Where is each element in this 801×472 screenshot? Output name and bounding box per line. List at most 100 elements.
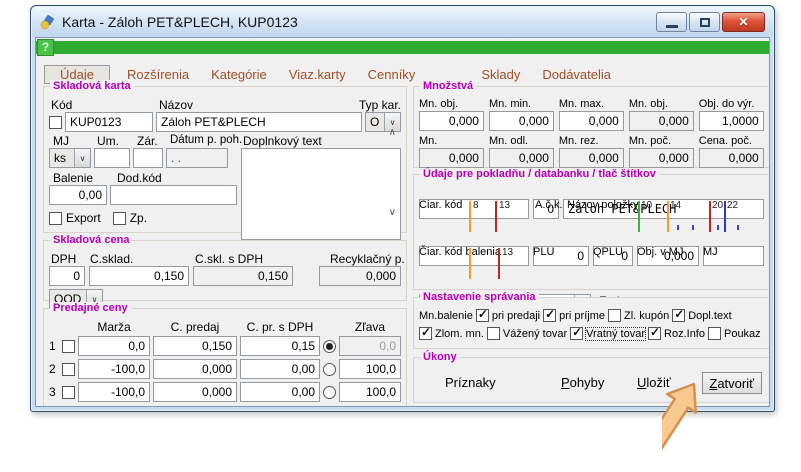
dodkod-input[interactable] <box>110 185 237 205</box>
cprsdph-input[interactable]: 0,15 <box>240 336 320 356</box>
marza-input[interactable]: -100,0 <box>78 382 150 402</box>
window-title: Karta - Záloh PET&PLECH, KUP0123 <box>62 14 298 30</box>
mn-input[interactable]: 0,000 <box>489 148 554 168</box>
roz-info-checkbox[interactable] <box>648 327 661 340</box>
mn-label: Mn. odl. <box>489 135 554 147</box>
zl-kupon-checkbox[interactable] <box>608 309 621 322</box>
csklad-label: C.sklad. <box>90 252 133 266</box>
ruler-tick <box>692 225 694 230</box>
recyklacny-input[interactable]: 0,000 <box>319 266 401 286</box>
ruler-mark: 22 <box>727 200 738 211</box>
mn-input[interactable]: 0,000 <box>559 111 624 131</box>
group-legend: Predajné ceny <box>50 302 131 314</box>
cprsdph-input[interactable]: 0,00 <box>240 382 320 402</box>
marza-input[interactable]: 0,0 <box>78 336 150 356</box>
vazeny-tovar-checkbox[interactable] <box>487 327 500 340</box>
vratny-tovar-label: Vratný tovar <box>586 328 645 340</box>
maximize-button[interactable] <box>689 12 720 32</box>
maximize-icon <box>700 18 710 27</box>
cprsdph-header: C. pr. s DPH <box>240 320 320 334</box>
tab-kategorie[interactable]: Kategórie <box>206 66 272 83</box>
zar-label: Zár. <box>137 134 158 148</box>
default-price-radio[interactable] <box>323 340 336 353</box>
csklad-input[interactable]: 0,150 <box>89 266 189 286</box>
mn-input[interactable]: 0,000 <box>489 111 554 131</box>
tab-cenniky[interactable]: Cenníky <box>363 66 421 83</box>
pri-predaji-checkbox[interactable] <box>476 309 489 322</box>
kod-input[interactable]: KUP0123 <box>65 112 153 132</box>
dopl-text-label: Dopl.text <box>688 310 731 322</box>
marza-input[interactable]: -100,0 <box>78 359 150 379</box>
price-row-checkbox[interactable] <box>62 386 75 399</box>
marza-header: Marža <box>78 320 150 334</box>
vratny-tovar-checkbox[interactable] <box>570 327 583 340</box>
default-price-radio[interactable] <box>323 363 336 376</box>
ruler-line <box>667 201 669 232</box>
price-row-checkbox[interactable] <box>62 340 75 353</box>
cprsdph-input[interactable]: 0,00 <box>240 359 320 379</box>
poukaz-checkbox[interactable] <box>708 327 721 340</box>
mn-input[interactable]: 0,000 <box>419 111 484 131</box>
mn-label: Mn. poč. <box>629 135 694 147</box>
cpredaj-input[interactable]: 0,000 <box>153 382 237 402</box>
close-button[interactable]: ✕ <box>722 12 765 32</box>
desktop: Karta - Záloh PET&PLECH, KUP0123 ✕ ? Úda… <box>0 0 801 472</box>
kod-checkbox[interactable] <box>49 116 62 129</box>
tab-dodavatelia[interactable]: Dodávatelia <box>537 66 616 83</box>
mn-input[interactable]: 0,000 <box>629 111 694 131</box>
recyklacny-label: Recyklačný p. <box>330 252 405 266</box>
ruler-mark: 13 <box>499 200 510 211</box>
minimize-button[interactable] <box>656 12 687 32</box>
pri-prijme-checkbox[interactable] <box>543 309 556 322</box>
titlebar[interactable]: Karta - Záloh PET&PLECH, KUP0123 ✕ <box>32 7 773 36</box>
um-input[interactable] <box>94 148 130 168</box>
mn-input[interactable]: 0,000 <box>629 148 694 168</box>
priznaky-button[interactable]: Príznaky <box>445 375 496 390</box>
cpredaj-header: C. predaj <box>153 320 237 334</box>
price-row-checkbox[interactable] <box>62 363 75 376</box>
chevron-down-icon[interactable]: ∨ <box>74 149 90 167</box>
zlava-input[interactable]: 100,0 <box>339 382 401 402</box>
help-button[interactable]: ? <box>37 39 54 56</box>
group-skladova-karta: Skladová karta Kód Názov Typ kar. KUP012… <box>43 86 407 233</box>
pri-prijme-label: pri príjme <box>559 310 605 322</box>
mn-input[interactable]: 0,000 <box>419 148 484 168</box>
cskl-sdph-label: C.skl. s DPH <box>195 252 263 266</box>
nazov-input[interactable]: Záloh PET&PLECH <box>156 112 362 132</box>
mn-input[interactable]: 1,0000 <box>699 111 764 131</box>
balenie-input[interactable]: 0,00 <box>49 185 107 205</box>
group-legend: Skladová karta <box>50 80 134 92</box>
mn-label: Mn. rez. <box>559 135 624 147</box>
dopl-text-checkbox[interactable] <box>672 309 685 322</box>
zp-checkbox[interactable] <box>113 212 126 225</box>
tab-sklady[interactable]: Sklady <box>476 66 525 83</box>
mn-input[interactable]: 0,000 <box>559 148 624 168</box>
app-icon <box>40 14 56 30</box>
scroll-up-icon[interactable]: ∧ <box>389 127 396 138</box>
zar-input[interactable] <box>133 148 163 168</box>
pohyby-button[interactable]: Pohyby <box>561 375 604 390</box>
cpredaj-input[interactable]: 0,150 <box>153 336 237 356</box>
tab-viaz-karty[interactable]: Viaz.karty <box>284 66 351 83</box>
mn-input[interactable]: 0,000 <box>699 148 764 168</box>
cskl-sdph-input[interactable]: 0,150 <box>193 266 293 286</box>
minimize-icon <box>666 25 678 28</box>
mn-label: Mn. min. <box>489 98 554 110</box>
default-price-radio[interactable] <box>323 386 336 399</box>
mj-select[interactable]: ks ∨ <box>49 148 91 168</box>
cpredaj-input[interactable]: 0,000 <box>153 359 237 379</box>
scroll-down-icon[interactable]: ∨ <box>389 207 396 218</box>
doplnkovy-text-area[interactable] <box>241 148 401 240</box>
left-fields: ks ∨ . . Balenie Dod.kód <box>49 148 237 240</box>
doplnkovy-text-label: Doplnkový text <box>243 134 322 148</box>
zlava-input[interactable]: 0,0 <box>339 336 401 356</box>
zlava-input[interactable]: 100,0 <box>339 359 401 379</box>
datum-input[interactable]: . . <box>166 148 228 168</box>
group-pokladna: Údaje pre pokladňu / databanku / tlač št… <box>413 174 770 290</box>
dph-label: DPH <box>51 252 76 266</box>
export-checkbox[interactable] <box>49 212 62 225</box>
dph-input[interactable]: 0 <box>49 266 85 286</box>
ruler-mark: 10 <box>641 200 652 211</box>
dodkod-label: Dod.kód <box>117 171 162 185</box>
zlom-mn-checkbox[interactable] <box>419 327 432 340</box>
